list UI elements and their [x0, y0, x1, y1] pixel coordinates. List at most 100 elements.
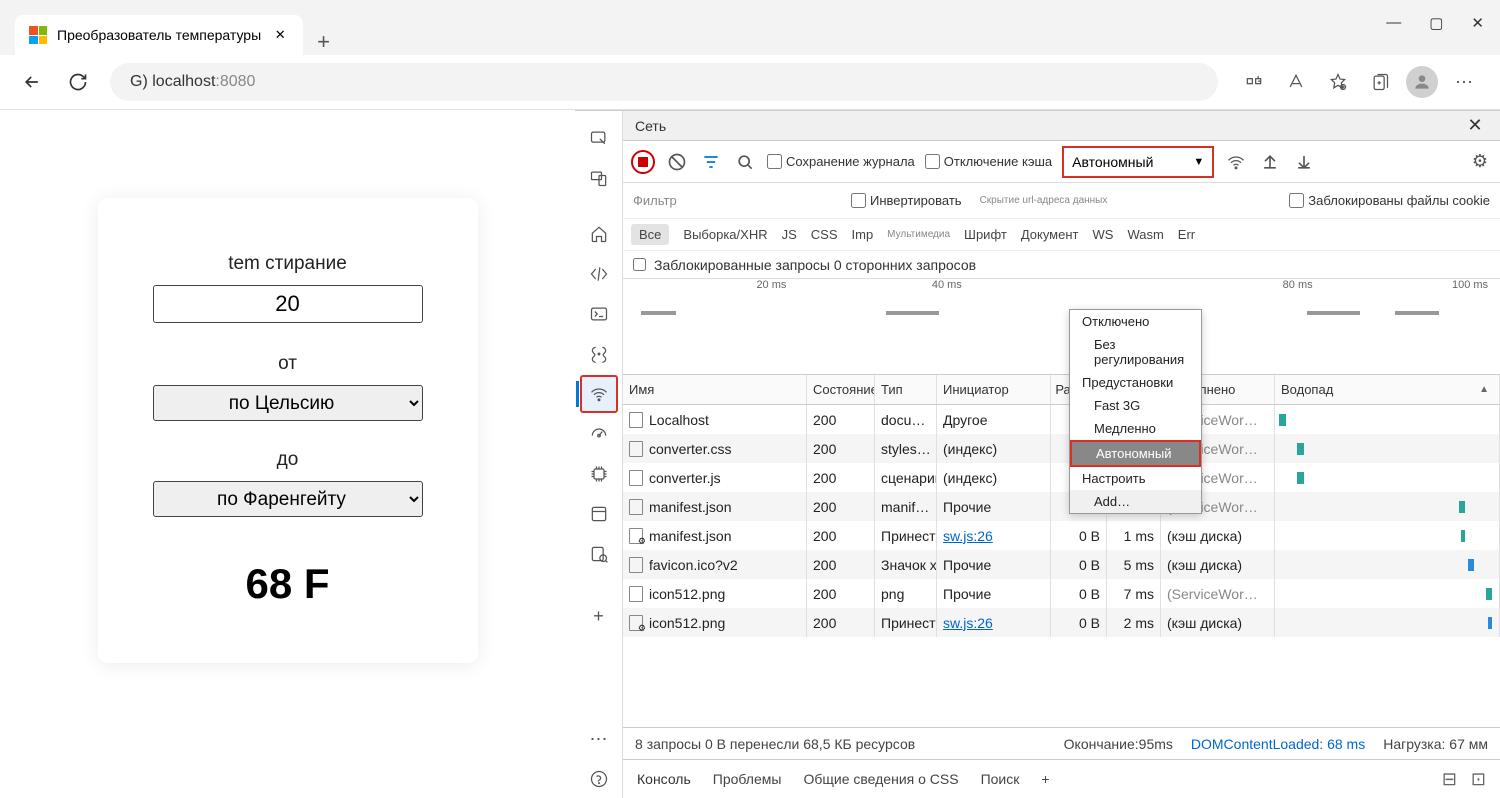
application-icon[interactable]: [580, 495, 618, 533]
close-icon[interactable]: ✕: [271, 26, 289, 44]
add-panel-icon[interactable]: +: [580, 597, 618, 635]
collections-icon[interactable]: [1362, 64, 1398, 100]
preserve-log-checkbox[interactable]: Сохранение журнала: [767, 154, 915, 169]
menu-button[interactable]: ⋯: [1446, 64, 1482, 100]
throttle-add-button[interactable]: Add…: [1070, 490, 1201, 513]
devtools-close-button[interactable]: ✕: [1462, 113, 1488, 139]
clear-icon[interactable]: [665, 150, 689, 174]
from-select[interactable]: по Цельсию: [153, 385, 423, 421]
grid-header: Имя Состояние Тип Инициатор Размер Время…: [623, 375, 1500, 405]
to-select[interactable]: по Фаренгейту: [153, 481, 423, 517]
disable-cache-checkbox[interactable]: Отключение кэша: [925, 154, 1052, 169]
upload-icon[interactable]: [1258, 150, 1282, 174]
invert-checkbox[interactable]: Инвертировать: [851, 193, 962, 208]
close-window-button[interactable]: ✕: [1471, 14, 1484, 32]
throttle-option-disabled[interactable]: Отключено: [1070, 310, 1201, 333]
elements-icon[interactable]: [580, 255, 618, 293]
minimize-button[interactable]: —: [1386, 14, 1401, 32]
welcome-icon[interactable]: [580, 215, 618, 253]
type-doc[interactable]: Документ: [1021, 227, 1079, 242]
drawer-expand-icon[interactable]: ⊡: [1471, 769, 1486, 790]
table-row[interactable]: converter.css 200 styles… (индекс) 0 B 6…: [623, 434, 1500, 463]
type-img[interactable]: Imp: [852, 227, 874, 242]
profile-avatar[interactable]: [1404, 64, 1440, 100]
table-row[interactable]: manifest.json 200 manif… Прочие 0 B 4 ms…: [623, 492, 1500, 521]
type-err[interactable]: Err: [1178, 227, 1195, 242]
throttle-option-none[interactable]: Без регулирования: [1070, 333, 1201, 371]
read-aloud-icon[interactable]: [1278, 64, 1314, 100]
memory-icon[interactable]: [580, 455, 618, 493]
back-button[interactable]: [18, 68, 46, 96]
table-row[interactable]: Localhost 200 docu… Другое 0 B 10 ms (Se…: [623, 405, 1500, 434]
col-status[interactable]: Состояние: [807, 375, 875, 404]
table-row[interactable]: favicon.ico?v2 200 Значок х Прочие 0 B 5…: [623, 550, 1500, 579]
type-all[interactable]: Все: [631, 224, 669, 245]
inspect-icon[interactable]: [580, 119, 618, 157]
throttle-option-fast3g[interactable]: Fast 3G: [1070, 394, 1201, 417]
col-waterfall[interactable]: Водопад: [1275, 375, 1500, 404]
type-media[interactable]: Мультимедиа: [887, 229, 950, 240]
extensions-icon[interactable]: [1236, 64, 1272, 100]
drawer-errors-icon[interactable]: ⊟: [1442, 769, 1457, 790]
type-wasm[interactable]: Wasm: [1127, 227, 1163, 242]
devtools: + ⋯ Сеть ✕ Сохранение журнала Отключение…: [575, 110, 1500, 798]
network-grid: Имя Состояние Тип Инициатор Размер Время…: [623, 375, 1500, 728]
security-icon[interactable]: [580, 535, 618, 573]
table-row[interactable]: icon512.png 200 png Прочие 0 B 7 ms (Ser…: [623, 579, 1500, 608]
device-toggle-icon[interactable]: [580, 159, 618, 197]
table-row[interactable]: icon512.png 200 Принести sw.js:26 0 B 2 …: [623, 608, 1500, 637]
record-button[interactable]: [631, 150, 655, 174]
col-type[interactable]: Тип: [875, 375, 937, 404]
type-fetch-xhr[interactable]: Выборка/XHR: [683, 227, 767, 242]
blocked-cookies-checkbox[interactable]: Заблокированы файлы cookie: [1289, 193, 1490, 208]
table-row[interactable]: converter.js 200 сценарий (индекс) 0 B 6…: [623, 463, 1500, 492]
browser-tab[interactable]: Преобразователь температуры ✕: [15, 15, 303, 55]
result-value: 68 F: [138, 560, 438, 608]
blocked-requests-row: Заблокированные запросы 0 сторонних запр…: [623, 251, 1500, 279]
type-js[interactable]: JS: [782, 227, 797, 242]
settings-icon[interactable]: ⚙: [1468, 150, 1492, 174]
from-label: от: [138, 353, 438, 375]
drawer-search[interactable]: Поиск: [981, 771, 1020, 787]
more-icon[interactable]: ⋯: [580, 720, 618, 758]
console-icon[interactable]: [580, 295, 618, 333]
file-icon: [629, 470, 643, 486]
drawer-console[interactable]: Консоль: [637, 771, 691, 787]
throttle-select[interactable]: Автономный▼: [1062, 146, 1214, 178]
drawer-issues[interactable]: Проблемы: [713, 771, 782, 787]
wifi-icon[interactable]: [1224, 150, 1248, 174]
type-font[interactable]: Шрифт: [964, 227, 1007, 242]
drawer-add[interactable]: +: [1041, 771, 1049, 787]
network-timeline[interactable]: 20 ms40 ms80 ms100 ms Отключено Без регу…: [623, 279, 1500, 375]
col-initiator[interactable]: Инициатор: [937, 375, 1051, 404]
maximize-button[interactable]: ▢: [1429, 14, 1443, 32]
tab-title: Преобразователь температуры: [57, 27, 261, 43]
throttle-option-offline[interactable]: Автономный: [1070, 440, 1201, 467]
table-row[interactable]: manifest.json 200 Принести sw.js:26 0 B …: [623, 521, 1500, 550]
tab-favicon: [29, 26, 47, 44]
search-icon[interactable]: [733, 150, 757, 174]
performance-icon[interactable]: [580, 415, 618, 453]
refresh-button[interactable]: [64, 68, 92, 96]
hide-data-urls[interactable]: Скрытие url-адреса данных: [980, 195, 1108, 206]
new-tab-button[interactable]: +: [303, 29, 344, 55]
filter-input[interactable]: Фильтр: [633, 193, 833, 208]
drawer-css-overview[interactable]: Общие сведения о CSS: [803, 771, 958, 787]
download-icon[interactable]: [1292, 150, 1316, 174]
file-icon: [629, 615, 643, 631]
type-css[interactable]: CSS: [811, 227, 838, 242]
help-icon[interactable]: [580, 760, 618, 798]
panel-title: Сеть: [635, 118, 666, 134]
url-input[interactable]: G) localhost :8080: [110, 63, 1218, 101]
filter-icon[interactable]: [699, 150, 723, 174]
blocked-requests-checkbox[interactable]: [633, 258, 646, 271]
type-ws[interactable]: WS: [1092, 227, 1113, 242]
col-name[interactable]: Имя: [623, 375, 807, 404]
network-icon[interactable]: [580, 375, 618, 413]
temperature-input[interactable]: [153, 285, 423, 323]
favorites-icon[interactable]: [1320, 64, 1356, 100]
throttle-presets-header: Предустановки: [1070, 371, 1201, 394]
throttle-option-slow3g[interactable]: Медленно: [1070, 417, 1201, 440]
to-label: до: [138, 449, 438, 471]
sources-icon[interactable]: [580, 335, 618, 373]
